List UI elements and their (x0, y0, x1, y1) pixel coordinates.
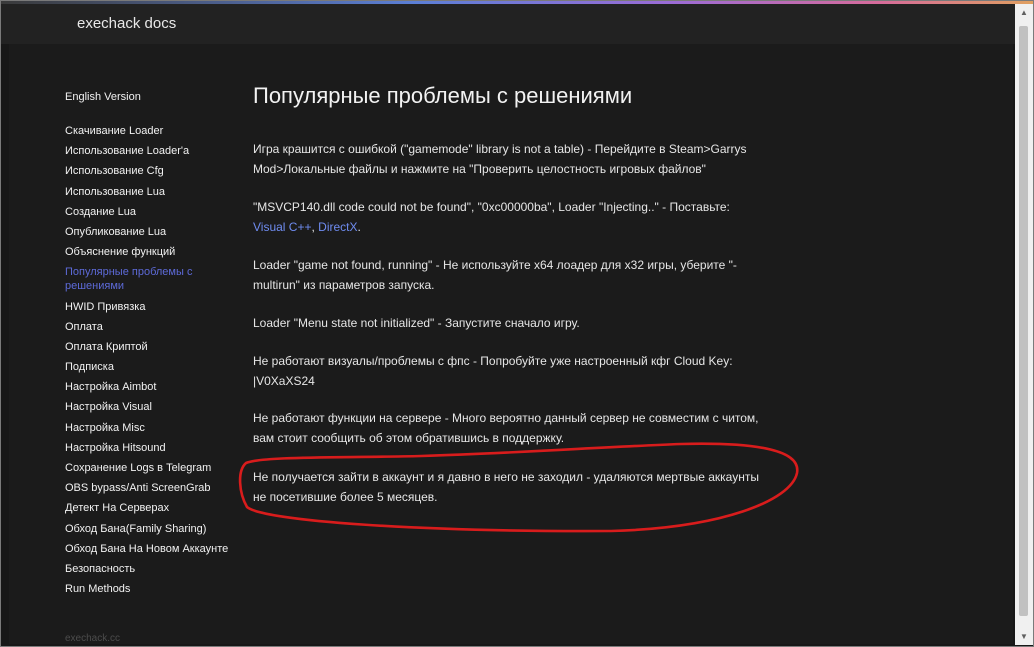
sidebar-item-link[interactable]: Оплата Криптой (65, 340, 233, 354)
browser-frame: exechack docs English Version Скачивание… (0, 0, 1034, 647)
sidebar-item: Детект На Серверах (65, 501, 233, 515)
triangle-up-icon[interactable]: ▲ (1015, 4, 1033, 21)
sidebar-item-link[interactable]: Создание Lua (65, 205, 233, 219)
sidebar-item-link[interactable]: Настройка Aimbot (65, 380, 233, 394)
sidebar-item-link[interactable]: Скачивание Loader (65, 124, 233, 138)
issue-server-functions: Не работают функции на сервере - Много в… (253, 411, 759, 445)
sidebar-item: Настройка Hitsound (65, 441, 233, 455)
sidebar-item-link[interactable]: Настройка Misc (65, 421, 233, 435)
sidebar-item: Оплата (65, 320, 233, 334)
sidebar-item: Run Methods (65, 582, 233, 596)
sidebar-item-link[interactable]: OBS bypass/Anti ScreenGrab (65, 481, 233, 495)
sidebar-item-link[interactable]: Настройка Hitsound (65, 441, 233, 455)
sidebar-item: Опубликование Lua (65, 225, 233, 239)
issue-msvcp140: "MSVCP140.dll code could not be found", … (253, 198, 763, 237)
issue-end: . (357, 219, 361, 234)
sidebar-item-link[interactable]: Детект На Серверах (65, 501, 233, 515)
sidebar-item-link[interactable]: Настройка Visual (65, 400, 233, 414)
issue-game-not-found: Loader "game not found, running" - Не ис… (253, 258, 737, 292)
issue-menu-state: Loader "Menu state not initialized" - За… (253, 316, 580, 330)
page-title: Популярные проблемы с решениями (253, 83, 633, 108)
sidebar-item-link[interactable]: Обход Бана(Family Sharing) (65, 522, 233, 536)
issue-account-login: Не получается зайти в аккаунт и я давно … (253, 470, 759, 504)
sidebar-item-link[interactable]: Сохранение Logs в Telegram (65, 461, 233, 475)
sidebar-item: Создание Lua (65, 205, 233, 219)
issue-text: "MSVCP140.dll code could not be found", … (253, 200, 730, 214)
sidebar-item: Использование Cfg (65, 164, 233, 178)
scrollbar-thumb[interactable] (1019, 26, 1028, 616)
sidebar-item: Подписка (65, 360, 233, 374)
sidebar-item: Использование Lua (65, 185, 233, 199)
vertical-scrollbar[interactable]: ▲ ▼ (1015, 4, 1033, 645)
directx-link[interactable]: DirectX (318, 220, 357, 234)
sidebar-item: Популярные проблемы с решениями (65, 265, 233, 293)
sidebar-item-link[interactable]: Популярные проблемы с решениями (65, 265, 233, 293)
sidebar-item-link[interactable]: HWID Привязка (65, 300, 233, 314)
triangle-down-icon[interactable]: ▼ (1015, 628, 1033, 645)
main-content: Популярные проблемы с решениями Игра кра… (253, 83, 773, 504)
sidebar-item-link[interactable]: Использование Loader'а (65, 144, 233, 158)
sidebar-item: Оплата Криптой (65, 340, 233, 354)
sidebar-item-link[interactable]: Безопасность (65, 562, 233, 576)
site-title[interactable]: exechack docs (77, 15, 176, 32)
sidebar-item-link[interactable]: Run Methods (65, 582, 233, 596)
sidebar-list: Скачивание Loader Использование Loader'а И… (65, 124, 233, 602)
issue-gamemode-crash: Игра крашится с ошибкой ("gamemode" libr… (253, 142, 747, 176)
sidebar-item: Настройка Aimbot (65, 380, 233, 394)
sidebar-item: Объяснение функций (65, 245, 233, 259)
sidebar-item-link[interactable]: Использование Lua (65, 185, 233, 199)
sidebar-item-link[interactable]: Объяснение функций (65, 245, 233, 259)
sidebar-item-link[interactable]: Подписка (65, 360, 233, 374)
sidebar-item-link[interactable]: Использование Cfg (65, 164, 233, 178)
sidebar-item: Настройка Visual (65, 400, 233, 414)
sidebar-item-link[interactable]: Опубликование Lua (65, 225, 233, 239)
sidebar-item: Безопасность (65, 562, 233, 576)
sidebar-item: Настройка Misc (65, 421, 233, 435)
sidebar-item: OBS bypass/Anti ScreenGrab (65, 481, 233, 495)
sidebar-item: HWID Привязка (65, 300, 233, 314)
sidebar-item: Использование Loader'а (65, 144, 233, 158)
sidebar-item: Обход Бана На Новом Аккаунте (65, 542, 233, 556)
english-version-link[interactable]: English Version (65, 90, 141, 104)
sidebar-item: Сохранение Logs в Telegram (65, 461, 233, 475)
issue-visuals-fps: Не работают визуалы/проблемы с фпс - Поп… (253, 354, 733, 388)
sidebar-item: Скачивание Loader (65, 124, 233, 138)
sidebar-item-link[interactable]: Оплата (65, 320, 233, 334)
visual-cpp-link[interactable]: Visual C++ (253, 220, 311, 234)
sidebar-item-link[interactable]: Обход Бана На Новом Аккаунте (65, 542, 233, 556)
sidebar-item: Обход Бана(Family Sharing) (65, 522, 233, 536)
footer-text: exechack.cc (65, 633, 121, 644)
site-header: exechack docs (1, 4, 1015, 44)
